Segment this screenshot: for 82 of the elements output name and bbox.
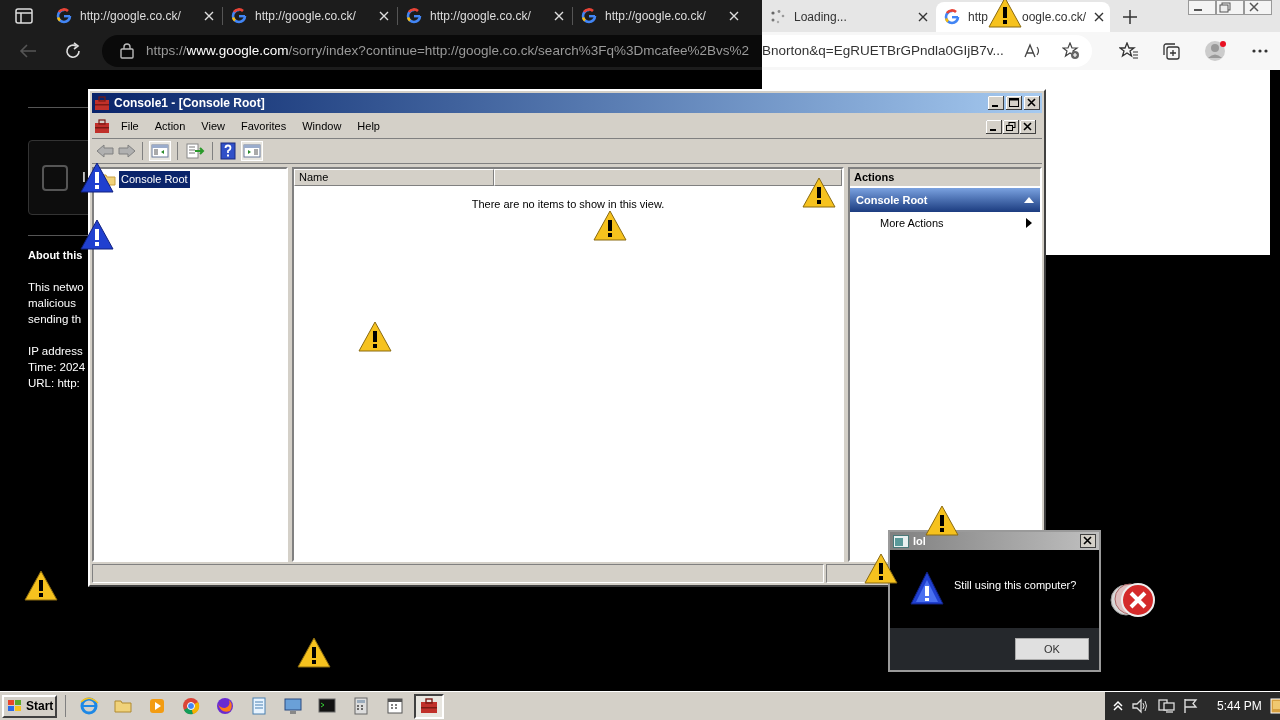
- profile-avatar-icon[interactable]: [1204, 39, 1229, 63]
- reload-icon[interactable]: [64, 42, 82, 60]
- show-hidden-icons-icon[interactable]: [1113, 700, 1123, 712]
- menu-item[interactable]: Favorites: [233, 118, 294, 135]
- export-list-icon[interactable]: [184, 141, 206, 161]
- ok-button[interactable]: OK: [1015, 638, 1089, 660]
- menu-item[interactable]: Help: [350, 118, 387, 135]
- tab-actions-icon[interactable]: [15, 8, 33, 24]
- close-icon[interactable]: [1080, 534, 1096, 548]
- checkbox-label: I: [82, 168, 86, 187]
- maximize-icon[interactable]: [1006, 96, 1022, 110]
- minimize-icon[interactable]: [986, 119, 1002, 134]
- close-icon[interactable]: [1020, 119, 1036, 134]
- add-favorite-icon[interactable]: [1062, 42, 1080, 60]
- menu-item[interactable]: View: [194, 118, 232, 135]
- google-favicon-icon: [56, 8, 72, 24]
- details-text: IP address Time: 2024 URL: http:: [28, 344, 86, 391]
- windows-flag-icon: [7, 699, 23, 713]
- menu-item[interactable]: File: [114, 118, 146, 135]
- restore-icon[interactable]: [1003, 119, 1019, 134]
- minimize-icon[interactable]: [1188, 0, 1216, 15]
- warning-icon: [24, 570, 58, 601]
- warning-icon: [988, 0, 1022, 28]
- url-text: Bnorton&q=EgRUETBrGPndla0GIjB7v...: [762, 41, 1004, 60]
- google-favicon-icon: [231, 8, 247, 24]
- paragraph: This netwo malicious sending th: [28, 280, 84, 327]
- clock[interactable]: 5:44 PM: [1217, 697, 1262, 715]
- calculator-icon[interactable]: [351, 696, 371, 716]
- dialog-message: Still using this computer?: [954, 577, 1077, 593]
- action-pane-toggle-icon[interactable]: [241, 141, 263, 161]
- warning-icon: [593, 210, 627, 241]
- action-link[interactable]: More Actions: [880, 214, 944, 232]
- start-button[interactable]: Start: [2, 694, 57, 718]
- toolbox-icon: [94, 95, 110, 111]
- console-terminal-icon[interactable]: [317, 696, 337, 716]
- lock-icon: [120, 43, 134, 59]
- help-icon[interactable]: [219, 141, 237, 161]
- window-title: lol: [913, 533, 927, 549]
- google-favicon-icon: [406, 8, 422, 24]
- chrome-icon[interactable]: [181, 696, 201, 716]
- submenu-arrow-icon: [1026, 218, 1032, 228]
- column-header[interactable]: Name: [294, 169, 494, 186]
- captcha-checkbox[interactable]: [42, 164, 68, 191]
- calendar-icon[interactable]: [385, 696, 405, 716]
- menu-item[interactable]: Action: [147, 118, 193, 135]
- monitor-icon[interactable]: [283, 696, 303, 716]
- url-text: https://www.google.com/sorry/index?continue=http://google.co.ck/search%3Fq%3Dmcafee%2Bvs%2: [146, 41, 749, 60]
- collapse-caret-icon[interactable]: [1024, 197, 1034, 203]
- minimize-icon[interactable]: [988, 96, 1004, 110]
- warning-icon: [910, 570, 944, 608]
- more-options-icon[interactable]: [1250, 48, 1269, 54]
- actions-header: Actions: [850, 169, 1040, 186]
- empty-message: There are no items to show in this view.: [471, 197, 665, 212]
- warning-icon: [358, 321, 392, 352]
- new-tab-icon[interactable]: [1122, 9, 1138, 25]
- close-icon[interactable]: [918, 12, 928, 22]
- menu-item[interactable]: Window: [295, 118, 349, 135]
- flag-icon[interactable]: [1183, 698, 1199, 714]
- collections-icon[interactable]: [1161, 42, 1182, 60]
- network-icon[interactable]: [1157, 698, 1175, 714]
- favorites-icon[interactable]: [1119, 42, 1140, 60]
- speaker-icon[interactable]: [1131, 698, 1149, 714]
- google-favicon-icon: [581, 8, 597, 24]
- close-icon[interactable]: [1094, 12, 1105, 22]
- action-group-header[interactable]: Console Root: [850, 188, 1040, 212]
- window-title: Console1 - [Console Root]: [114, 95, 266, 112]
- address-bar[interactable]: https://www.google.com/sorry/index?continue=http://google.co.ck/search%3Fq%3Dmcafee%2Bvs%2: [102, 35, 762, 67]
- column-header[interactable]: [494, 169, 842, 186]
- toolbox-icon[interactable]: [94, 117, 112, 136]
- toolbox-icon[interactable]: [419, 696, 439, 716]
- read-aloud-icon[interactable]: [1023, 43, 1042, 59]
- google-favicon-icon: [944, 9, 960, 25]
- warning-icon: [802, 177, 836, 208]
- tree-item[interactable]: Console Root: [119, 171, 190, 188]
- browser-tab[interactable]: http oogle.co.ck/: [936, 2, 1110, 32]
- close-icon[interactable]: [1024, 96, 1040, 110]
- loading-spinner-icon: [770, 9, 786, 25]
- app-window-icon: [893, 534, 909, 548]
- close-icon[interactable]: [1244, 0, 1272, 15]
- section-heading: About this: [28, 248, 83, 263]
- warning-icon: [297, 637, 331, 668]
- console-tree-toggle-icon[interactable]: [149, 141, 171, 161]
